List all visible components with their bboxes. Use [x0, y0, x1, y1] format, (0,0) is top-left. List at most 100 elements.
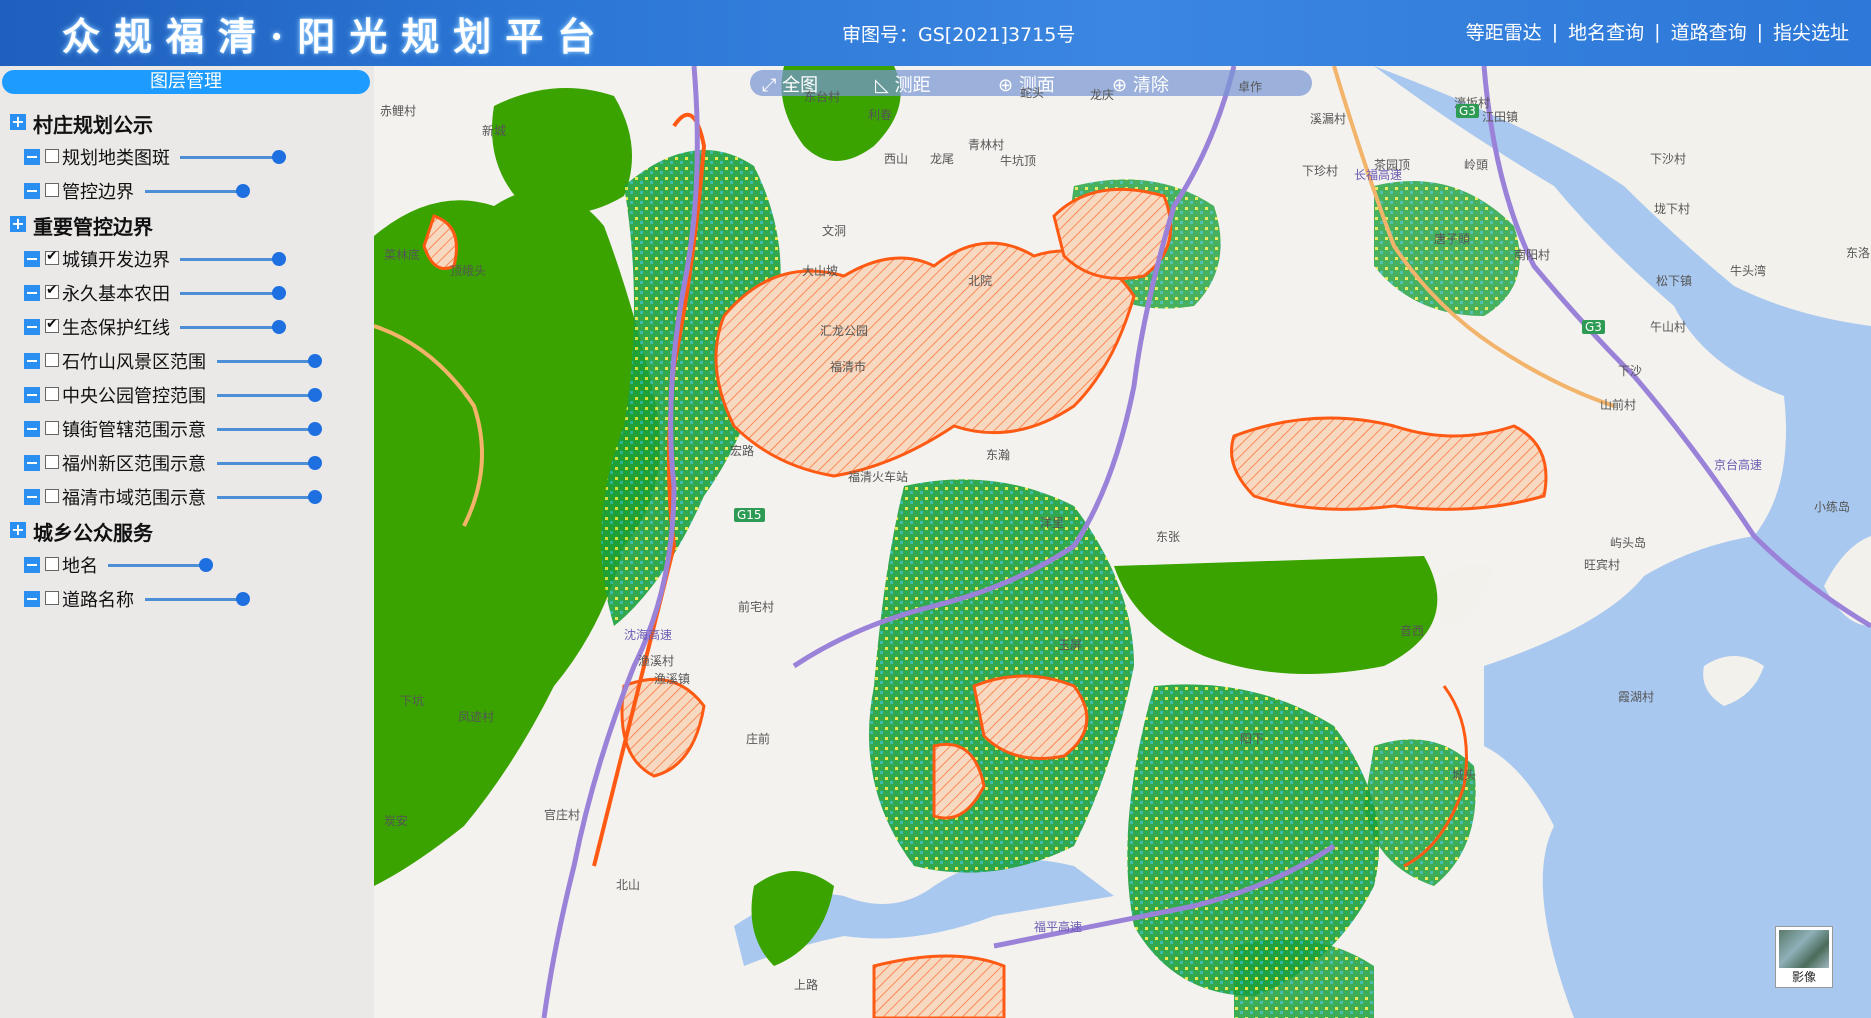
opacity-slider-track[interactable] [217, 428, 317, 431]
ecology-zone [1114, 556, 1438, 674]
map-view[interactable]: ⤢ 全图 ◺ 测距 ⊕ 测面 ⊕ 清除 东台村 利春 青林村 蛇头 龙庆 卓作 … [374, 66, 1871, 1018]
layer-label: 镇街管辖范围示意 [62, 420, 206, 441]
island [1431, 563, 1494, 626]
opacity-slider-handle[interactable] [308, 422, 322, 436]
opacity-slider-track[interactable] [145, 190, 245, 193]
place-label: 霞湖村 [1618, 690, 1655, 704]
top-nav: 等距雷达 | 地名查询 | 道路查询 | 指尖选址 [1466, 18, 1849, 45]
highway-shield: G3 [1456, 104, 1479, 118]
layer-checkbox[interactable] [45, 248, 59, 265]
layer-checkbox[interactable] [45, 353, 59, 367]
opacity-slider-track[interactable] [145, 598, 245, 601]
opacity-slider-handle[interactable] [272, 286, 286, 300]
layer-label: 中央公园管控范围 [62, 386, 206, 407]
layer-checkbox[interactable] [45, 149, 59, 163]
highway-name: 长福高速 [1354, 168, 1403, 182]
opacity-slider-handle[interactable] [308, 490, 322, 504]
expand-icon[interactable]: + [10, 216, 26, 232]
place-label: 福清市 [830, 360, 867, 374]
place-label: 青林村 [968, 138, 1005, 152]
opacity-slider-handle[interactable] [236, 184, 250, 198]
layer-checkbox[interactable] [45, 387, 59, 401]
opacity-slider-handle[interactable] [308, 388, 322, 402]
collapse-icon[interactable] [24, 455, 40, 471]
place-label: 牛头湾 [1730, 264, 1767, 278]
place-label: 唐子頭 [1434, 232, 1471, 246]
map-canvas[interactable] [374, 66, 1871, 1018]
layer-row: 中央公园管控范围 [0, 378, 374, 412]
collapse-icon[interactable] [24, 285, 40, 301]
opacity-slider-track[interactable] [217, 496, 317, 499]
opacity-slider-track[interactable] [108, 564, 208, 567]
opacity-slider-track[interactable] [180, 156, 280, 159]
place-label: 小练岛 [1814, 500, 1851, 514]
expand-icon[interactable]: + [10, 522, 26, 538]
layer-row: 石竹山风景区范围 [0, 344, 374, 378]
collapse-icon[interactable] [24, 353, 40, 369]
layer-group-village[interactable]: + 村庄规划公示 [0, 106, 374, 140]
place-label: 蛇头 [1020, 86, 1045, 100]
layer-sidebar: 图层管理 + 村庄规划公示 规划地类图斑 管控边界 + 重要管控边界 城镇开 [0, 66, 374, 1018]
place-label: 菜林底 [384, 248, 421, 262]
layer-label: 城镇开发边界 [62, 250, 170, 271]
collapse-icon[interactable] [24, 489, 40, 505]
imagery-toggle[interactable]: 影像 [1775, 926, 1833, 988]
layer-checkbox[interactable] [45, 183, 59, 197]
layer-group-label: 村庄规划公示 [33, 113, 153, 137]
place-label: 东台村 [804, 90, 841, 104]
expand-icon[interactable]: + [10, 114, 26, 130]
tool-clear[interactable]: ⊕ 清除 [1112, 71, 1169, 97]
satellite-thumbnail [1779, 930, 1829, 968]
tool-measure-distance[interactable]: ◺ 测距 [875, 71, 931, 97]
opacity-slider-handle[interactable] [236, 592, 250, 606]
layer-checkbox[interactable] [45, 455, 59, 469]
place-label: 垅下村 [1654, 202, 1691, 216]
opacity-slider-handle[interactable] [272, 150, 286, 164]
collapse-icon[interactable] [24, 557, 40, 573]
opacity-slider-track[interactable] [180, 326, 280, 329]
layer-label: 福州新区范围示意 [62, 454, 206, 475]
layer-group-public-service[interactable]: + 城乡公众服务 [0, 514, 374, 548]
opacity-slider-handle[interactable] [308, 354, 322, 368]
collapse-icon[interactable] [24, 591, 40, 607]
layer-checkbox[interactable] [45, 282, 59, 299]
opacity-slider-track[interactable] [217, 394, 317, 397]
layer-checkbox[interactable] [45, 591, 59, 605]
opacity-slider-handle[interactable] [308, 456, 322, 470]
layer-checkbox[interactable] [45, 316, 59, 333]
highway-name: 京台高速 [1714, 458, 1763, 472]
nav-radar[interactable]: 等距雷达 [1466, 18, 1542, 45]
opacity-slider-handle[interactable] [272, 320, 286, 334]
layer-label: 管控边界 [62, 182, 134, 203]
place-label: 北院 [968, 274, 993, 288]
place-label: 下沙村 [1650, 152, 1687, 166]
layer-label: 规划地类图斑 [62, 148, 170, 169]
collapse-icon[interactable] [24, 149, 40, 165]
layer-checkbox[interactable] [45, 489, 59, 503]
farmland-area [869, 479, 1134, 873]
place-label: 新城 [482, 124, 507, 138]
place-label: 龙庆 [1090, 88, 1115, 102]
layer-checkbox[interactable] [45, 557, 59, 571]
opacity-slider-track[interactable] [217, 360, 317, 363]
opacity-slider-handle[interactable] [272, 252, 286, 266]
zoom-area-icon: ⊕ [998, 75, 1014, 96]
opacity-slider-track[interactable] [180, 292, 280, 295]
opacity-slider-handle[interactable] [199, 558, 213, 572]
collapse-icon[interactable] [24, 421, 40, 437]
collapse-icon[interactable] [24, 387, 40, 403]
opacity-slider-track[interactable] [180, 258, 280, 261]
layer-tree: + 村庄规划公示 规划地类图斑 管控边界 + 重要管控边界 城镇开发边界 [0, 106, 374, 616]
layer-row: 福州新区范围示意 [0, 446, 374, 480]
layer-checkbox[interactable] [45, 421, 59, 435]
nav-site-selection[interactable]: 指尖选址 [1773, 18, 1849, 45]
opacity-slider-track[interactable] [217, 462, 317, 465]
place-label: 溪漏村 [1310, 112, 1347, 126]
collapse-icon[interactable] [24, 183, 40, 199]
collapse-icon[interactable] [24, 319, 40, 335]
collapse-icon[interactable] [24, 251, 40, 267]
layer-group-control-boundary[interactable]: + 重要管控边界 [0, 208, 374, 242]
nav-road-search[interactable]: 道路查询 [1671, 18, 1747, 45]
place-label: 大山坡 [802, 264, 839, 278]
nav-place-search[interactable]: 地名查询 [1568, 18, 1644, 45]
